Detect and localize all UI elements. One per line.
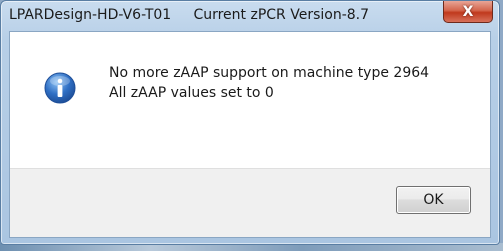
dialog-title: LPARDesign-HD-V6-T01 Current zPCR Versio… bbox=[9, 7, 370, 23]
message-line-1: No more zAAP support on machine type 296… bbox=[109, 65, 430, 81]
message-dialog: LPARDesign-HD-V6-T01 Current zPCR Versio… bbox=[0, 0, 500, 245]
button-area: OK bbox=[10, 168, 490, 237]
title-bar[interactable]: LPARDesign-HD-V6-T01 Current zPCR Versio… bbox=[1, 1, 499, 31]
info-icon bbox=[44, 72, 76, 104]
close-button[interactable]: X bbox=[443, 1, 493, 23]
dialog-client-area: No more zAAP support on machine type 296… bbox=[9, 31, 491, 238]
close-icon: X bbox=[462, 3, 474, 20]
ok-button[interactable]: OK bbox=[396, 186, 471, 214]
message-line-2: All zAAP values set to 0 bbox=[109, 85, 274, 101]
message-area: No more zAAP support on machine type 296… bbox=[10, 32, 490, 169]
